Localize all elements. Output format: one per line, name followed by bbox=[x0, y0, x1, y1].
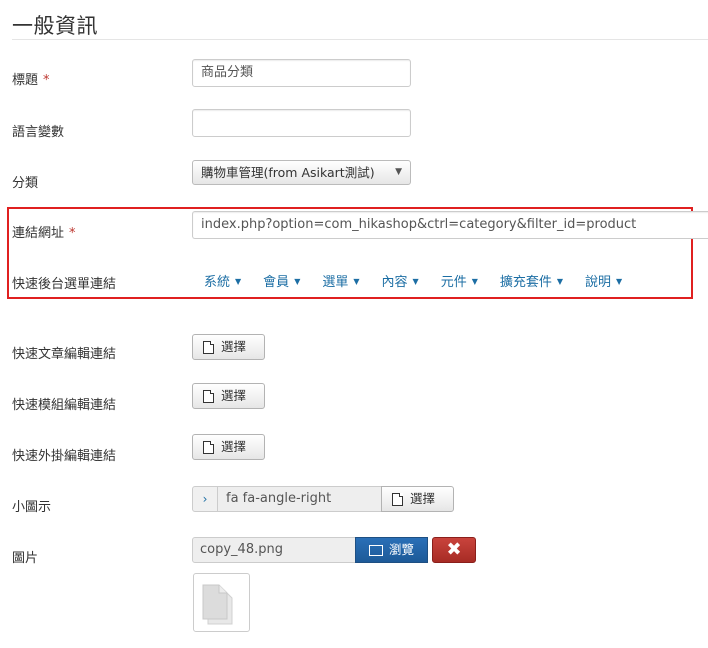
category-select[interactable]: 購物車管理(from Asikart測試) ▼ bbox=[192, 160, 411, 185]
image-preview bbox=[193, 573, 250, 632]
file-icon bbox=[392, 492, 403, 506]
menu-system[interactable]: 系統 ▼ bbox=[204, 271, 241, 290]
required-mark: * bbox=[69, 226, 76, 241]
menu-help[interactable]: 說明 ▼ bbox=[585, 271, 622, 290]
quick-admin-label: 快速後台選單連結 bbox=[12, 277, 117, 292]
lang-input[interactable] bbox=[192, 109, 411, 137]
file-icon bbox=[203, 440, 214, 454]
icon-class-field: fa fa-angle-right bbox=[217, 486, 382, 512]
plugin-select-button[interactable]: 選擇 bbox=[192, 434, 265, 460]
menu-menus[interactable]: 選單 ▼ bbox=[322, 271, 359, 290]
quick-module-label: 快速模組編輯連結 bbox=[12, 398, 117, 413]
file-icon bbox=[203, 389, 214, 403]
admin-menu: 系統 ▼ 會員 ▼ 選單 ▼ 內容 ▼ 元件 ▼ 擴充套件 ▼ 說明 ▼ bbox=[204, 271, 622, 290]
quick-plugin-label: 快速外掛編輯連結 bbox=[12, 449, 117, 464]
menu-content[interactable]: 內容 ▼ bbox=[382, 271, 419, 290]
lang-label: 語言變數 bbox=[12, 125, 65, 140]
caret-down-icon: ▼ bbox=[294, 277, 301, 286]
file-icon bbox=[203, 340, 214, 354]
title-input[interactable]: 商品分類 bbox=[192, 59, 411, 87]
menu-extensions[interactable]: 擴充套件 ▼ bbox=[500, 271, 563, 290]
angle-right-icon: › bbox=[192, 486, 218, 512]
image-label: 圖片 bbox=[12, 551, 39, 566]
title-label: 標題 * bbox=[12, 73, 50, 88]
file-placeholder-icon bbox=[202, 584, 233, 625]
quick-article-label: 快速文章編輯連結 bbox=[12, 347, 117, 362]
category-select-value: 購物車管理(from Asikart測試) bbox=[201, 165, 375, 180]
chevron-down-icon: ▼ bbox=[395, 167, 402, 177]
caret-down-icon: ▼ bbox=[412, 277, 419, 286]
caret-down-icon: ▼ bbox=[616, 277, 623, 286]
section-title: 一般資訊 bbox=[12, 14, 98, 38]
caret-down-icon: ▼ bbox=[235, 277, 242, 286]
link-label: 連結網址 * bbox=[12, 226, 76, 241]
required-mark: * bbox=[43, 73, 50, 88]
picture-icon bbox=[368, 544, 383, 556]
caret-down-icon: ▼ bbox=[471, 277, 478, 286]
image-path-field: copy_48.png bbox=[192, 537, 356, 563]
menu-users[interactable]: 會員 ▼ bbox=[263, 271, 300, 290]
article-select-button[interactable]: 選擇 bbox=[192, 334, 265, 360]
caret-down-icon: ▼ bbox=[556, 277, 564, 286]
caret-down-icon: ▼ bbox=[353, 277, 360, 286]
icon-label: 小圖示 bbox=[12, 500, 52, 515]
icon-select-button[interactable]: 選擇 bbox=[381, 486, 454, 512]
menu-components[interactable]: 元件 ▼ bbox=[441, 271, 478, 290]
clear-image-button[interactable]: ✖ bbox=[432, 537, 476, 563]
title-divider bbox=[12, 39, 708, 40]
category-label: 分類 bbox=[12, 176, 39, 191]
link-input[interactable]: index.php?option=com_hikashop&ctrl=categ… bbox=[192, 211, 708, 239]
browse-button[interactable]: 瀏覽 bbox=[355, 537, 428, 563]
module-select-button[interactable]: 選擇 bbox=[192, 383, 265, 409]
